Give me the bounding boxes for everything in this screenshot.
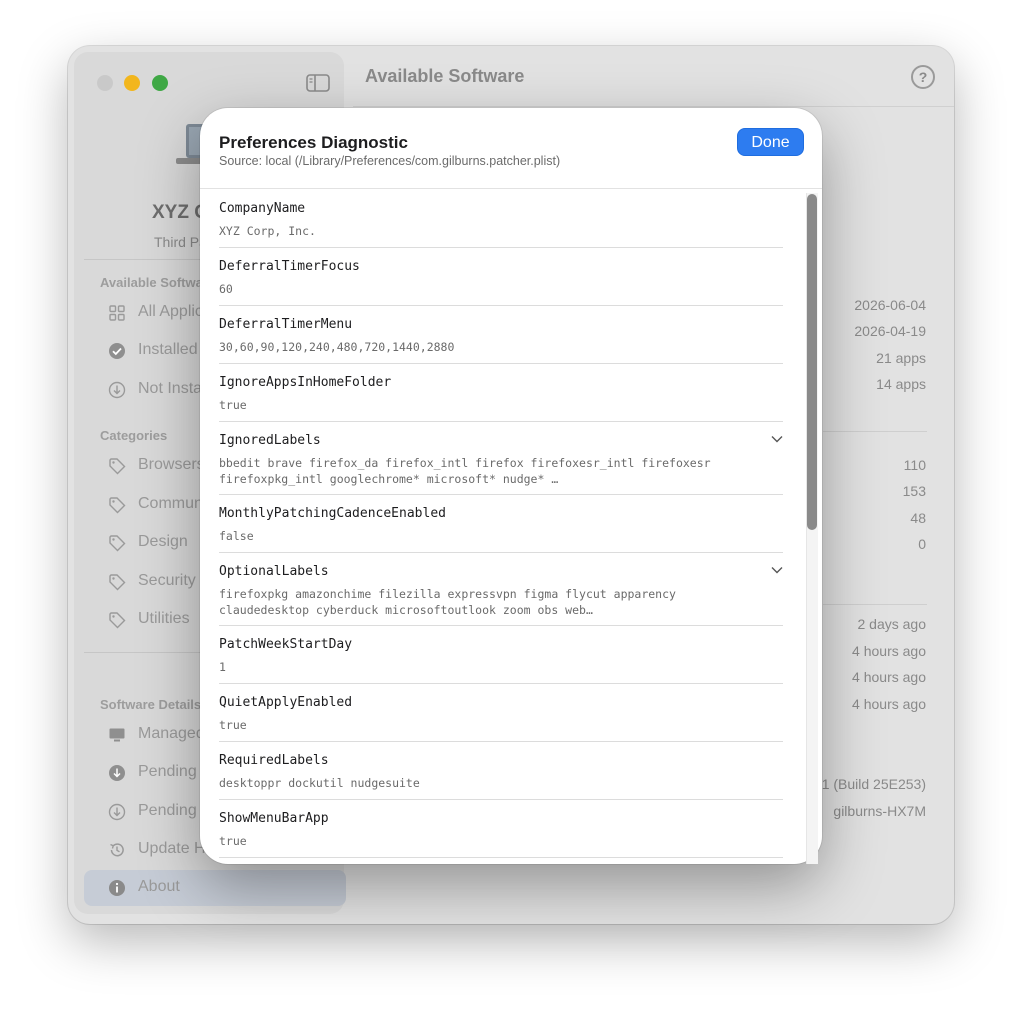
preference-value: true: [219, 718, 247, 732]
history-icon: [110, 843, 124, 857]
preference-row-quiet-apply-enabled: QuietApplyEnabled true: [219, 684, 783, 742]
preference-key: DeferralTimerMenu: [219, 317, 353, 332]
checkmark-circle-icon: [109, 343, 125, 359]
tag-icon: [109, 535, 126, 552]
preference-value: 60: [219, 282, 233, 296]
sheet-title: Preferences Diagnostic: [219, 133, 408, 152]
section-divider: [823, 431, 927, 432]
detail-value: 14 apps: [876, 376, 926, 392]
section-header-available-software: Available Softwa: [100, 275, 203, 290]
preference-value: bbedit brave firefox_da firefox_intl fir…: [219, 456, 711, 486]
preference-row-company-name: CompanyName XYZ Corp, Inc.: [219, 190, 783, 248]
preferences-list[interactable]: CompanyName XYZ Corp, Inc. DeferralTimer…: [200, 190, 822, 864]
download-circle-icon: [108, 381, 126, 399]
detail-value: 2 days ago: [857, 616, 927, 632]
close-window-button[interactable]: [97, 75, 113, 91]
sidebar-toggle-icon[interactable]: [306, 74, 330, 92]
minimize-window-button[interactable]: [124, 75, 140, 91]
preference-value: true: [219, 834, 247, 848]
preference-row-patch-week-start-day: PatchWeekStartDay 1: [219, 626, 783, 684]
preference-value: desktoppr dockutil nudgesuite: [219, 776, 420, 790]
preference-row-required-labels: RequiredLabels desktoppr dockutil nudges…: [219, 742, 783, 800]
scrollbar-thumb[interactable]: [807, 194, 817, 530]
preference-key: PatchWeekStartDay: [219, 637, 353, 652]
sidebar-item-label: Communi: [138, 495, 207, 512]
window-title: Available Software: [365, 66, 525, 86]
section-header-software-details: Software Details: [100, 697, 202, 712]
section-header-categories: Categories: [100, 428, 168, 443]
detail-value: 21 apps: [876, 350, 926, 366]
sidebar-item-about[interactable]: About: [84, 870, 346, 906]
detail-value: 153: [902, 483, 926, 499]
tag-icon: [109, 612, 126, 629]
sidebar-item-label: Security: [138, 572, 196, 589]
preference-row-optional-labels[interactable]: OptionalLabels firefoxpkg amazonchime fi…: [219, 553, 783, 626]
preference-key: RequiredLabels: [219, 753, 329, 768]
download-circle-filled-icon: [109, 765, 125, 781]
info-circle-icon: [109, 880, 125, 896]
detail-value: 48: [910, 510, 926, 526]
sidebar-item-label: Update H: [138, 840, 206, 857]
detail-value: 1 (Build 25E253): [821, 776, 926, 792]
sidebar-item-label: Design: [138, 533, 188, 550]
preference-key: ShowMenuBarApp: [219, 811, 329, 826]
preference-key: MonthlyPatchingCadenceEnabled: [219, 506, 446, 521]
detail-value: 2026-04-19: [854, 323, 926, 339]
sidebar-item-label: Browsers: [138, 456, 205, 473]
preference-key: OptionalLabels: [219, 564, 329, 579]
preference-value: firefoxpkg amazonchime filezilla express…: [219, 587, 676, 617]
download-circle-icon: [108, 803, 126, 821]
sheet-header: Preferences Diagnostic Source: local (/L…: [200, 108, 822, 189]
preference-row-ignored-labels[interactable]: IgnoredLabels bbedit brave firefox_da fi…: [219, 422, 783, 495]
detail-value: 0: [918, 536, 926, 552]
zoom-window-button[interactable]: [152, 75, 168, 91]
preference-row-ignore-apps-in-home-folder: IgnoreAppsInHomeFolder true: [219, 364, 783, 422]
chevron-down-icon[interactable]: [771, 434, 783, 444]
sidebar-item-label: All Applic: [138, 303, 203, 320]
preference-key: IgnoredLabels: [219, 433, 321, 448]
sidebar-item-label: Managed: [138, 725, 205, 742]
display-icon: [109, 728, 125, 742]
detail-value: 4 hours ago: [852, 696, 926, 712]
organization-subtitle: Third Pa: [154, 234, 207, 250]
tag-icon: [109, 458, 126, 475]
detail-value: 4 hours ago: [852, 643, 926, 659]
detail-value: 2026-06-04: [854, 297, 926, 313]
toolbar-divider: [353, 106, 954, 107]
detail-value: gilburns-HX7M: [833, 803, 926, 819]
sidebar-item-label: Installed: [138, 341, 198, 358]
preference-key: CompanyName: [219, 201, 306, 216]
preference-key: DeferralTimerFocus: [219, 259, 360, 274]
tag-icon: [109, 497, 126, 514]
preferences-diagnostic-sheet: Preferences Diagnostic Source: local (/L…: [200, 108, 822, 864]
preference-row-deferral-timer-menu: DeferralTimerMenu 30,60,90,120,240,480,7…: [219, 306, 783, 364]
preference-value: true: [219, 398, 247, 412]
preference-row-monthly-patching-cadence: MonthlyPatchingCadenceEnabled false: [219, 495, 783, 553]
preferences-source: Source: local (/Library/Preferences/com.…: [219, 154, 561, 168]
detail-value: 4 hours ago: [852, 669, 926, 685]
preference-value: XYZ Corp, Inc.: [219, 224, 316, 238]
preference-value: 30,60,90,120,240,480,720,1440,2880: [219, 340, 455, 354]
sidebar-item-label: Not Insta: [138, 380, 203, 397]
preference-key: IgnoreAppsInHomeFolder: [219, 375, 392, 390]
sidebar-item-label: About: [138, 878, 180, 895]
help-button[interactable]: ?: [911, 65, 935, 89]
chevron-down-icon[interactable]: [771, 565, 783, 575]
preference-row-deferral-timer-focus: DeferralTimerFocus 60: [219, 248, 783, 306]
preference-row-show-menu-bar-app: ShowMenuBarApp true: [219, 800, 783, 858]
grid-icon: [109, 305, 125, 321]
detail-value: 110: [903, 457, 926, 473]
tag-icon: [109, 574, 126, 591]
sidebar-item-label: Utilities: [138, 610, 190, 627]
section-divider: [823, 604, 927, 605]
preference-value: false: [219, 529, 254, 543]
preference-key: QuietApplyEnabled: [219, 695, 353, 710]
done-button[interactable]: Done: [737, 128, 804, 156]
preference-value: 1: [219, 660, 226, 674]
